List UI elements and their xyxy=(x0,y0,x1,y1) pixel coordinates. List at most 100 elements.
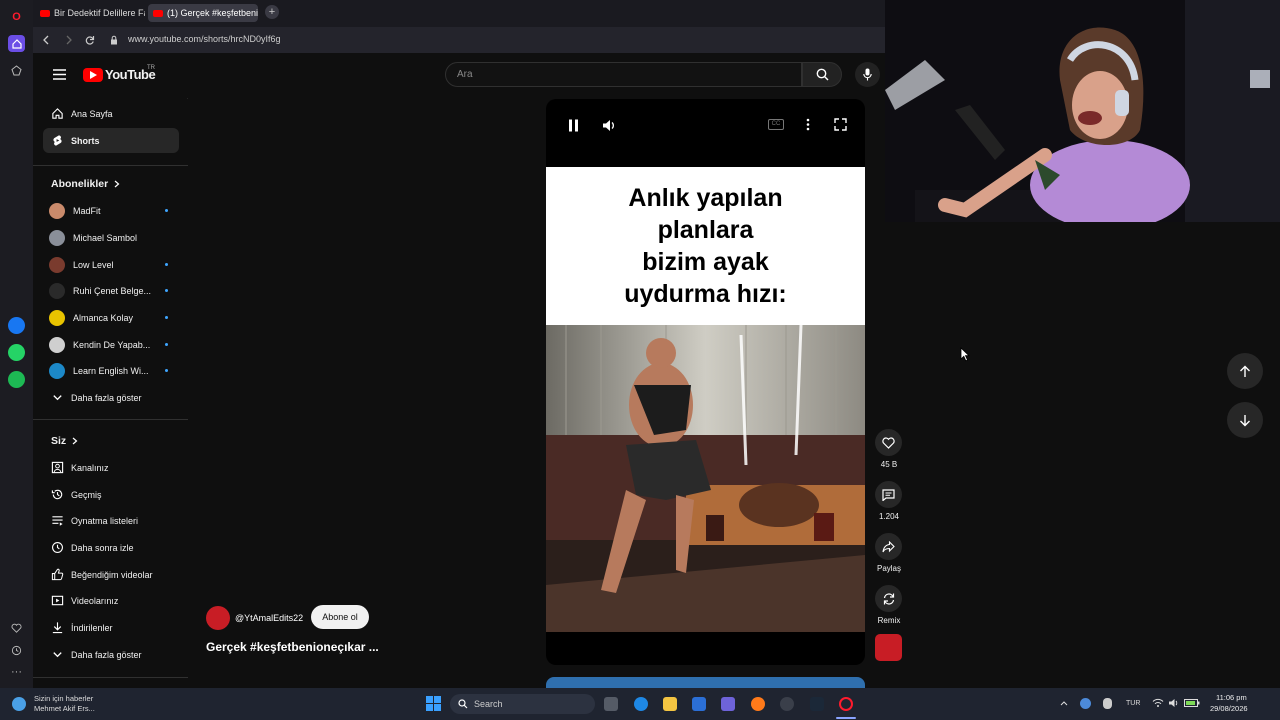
previous-short-button[interactable] xyxy=(1227,353,1263,389)
sidebar-item-subscription[interactable]: Kendin De Yapab... xyxy=(43,332,179,357)
sidebar-item-subscription[interactable]: MadFit xyxy=(43,198,179,223)
new-content-dot xyxy=(165,343,168,346)
file-explorer-icon[interactable] xyxy=(663,697,677,711)
caption-line: bizim ayak xyxy=(642,248,769,276)
clock-date[interactable]: 29/08/2026 xyxy=(1210,704,1248,713)
opera-logo-icon[interactable]: O xyxy=(8,8,25,25)
arrow-up-icon xyxy=(1240,365,1250,377)
sidebar-item-subscription[interactable]: Michael Sambol xyxy=(43,225,179,250)
subscriptions-heading[interactable]: Abonelikler xyxy=(51,178,120,190)
sidebar-item-label: Shorts xyxy=(71,135,100,146)
news-widget-line2[interactable]: Mehmet Akif Ers... xyxy=(34,704,95,713)
sidebar-item-your-videos[interactable]: Videolarınız xyxy=(43,588,179,613)
browser-sidebar: O ··· xyxy=(0,0,33,688)
comments-button[interactable] xyxy=(875,481,902,508)
speaker-icon[interactable] xyxy=(1168,698,1180,708)
forward-icon[interactable] xyxy=(64,35,73,45)
steam-icon[interactable] xyxy=(810,697,824,711)
more-icon[interactable]: ··· xyxy=(8,663,25,680)
subscribe-button[interactable]: Abone ol xyxy=(311,605,369,629)
share-action[interactable]: Paylaş xyxy=(875,533,903,573)
windows-start-icon[interactable] xyxy=(426,696,441,716)
like-action[interactable]: 45 B xyxy=(875,429,903,469)
channel-handle[interactable]: @YtAmalEdits22 xyxy=(235,613,303,623)
sidebar-item-subscription[interactable]: Learn English Wi... xyxy=(43,358,179,383)
url-field[interactable]: www.youtube.com/shorts/hrcND0yIf6g xyxy=(128,34,281,44)
sidebar-item-shorts[interactable]: Shorts xyxy=(43,128,179,153)
youtube-logo-icon[interactable] xyxy=(83,68,103,82)
whatsapp-icon[interactable] xyxy=(8,344,25,361)
sidebar-item-subscription[interactable]: Almanca Kolay xyxy=(43,305,179,330)
taskbar-search-label: Search xyxy=(474,699,503,709)
sidebar-item-watch-later[interactable]: Daha sonra izle xyxy=(43,535,179,560)
you-heading[interactable]: Siz xyxy=(51,435,78,447)
history-icon[interactable] xyxy=(8,642,25,659)
heart-icon[interactable] xyxy=(8,620,25,637)
next-short-preview[interactable] xyxy=(546,677,865,688)
spotify-icon[interactable] xyxy=(8,371,25,388)
obs-icon[interactable] xyxy=(780,697,794,711)
share-button[interactable] xyxy=(875,533,902,560)
more-options-icon[interactable] xyxy=(806,118,810,136)
news-widget-line1[interactable]: Sizin için haberler xyxy=(34,694,93,703)
sidebar-item-your-channel[interactable]: Kanalınız xyxy=(43,455,179,480)
sidebar-item-liked-videos[interactable]: Beğendiğim videolar xyxy=(43,562,179,587)
messenger-icon[interactable] xyxy=(8,317,25,334)
reload-icon[interactable] xyxy=(85,35,95,45)
edge-icon[interactable] xyxy=(634,697,648,711)
pause-icon[interactable] xyxy=(568,119,579,137)
captions-icon[interactable]: CC xyxy=(768,119,784,130)
video-frame xyxy=(546,325,865,632)
clock-time[interactable]: 11:06 pm xyxy=(1216,693,1247,702)
channel-icon xyxy=(43,461,71,474)
opera-icon[interactable] xyxy=(839,697,853,711)
language-indicator[interactable]: TUR xyxy=(1126,700,1140,707)
sidebar-item-playlists[interactable]: Oynatma listeleri xyxy=(43,508,179,533)
avatar xyxy=(49,336,65,353)
caption-line: uydurma hızı: xyxy=(624,280,787,308)
sidebar-item-history[interactable]: Geçmiş xyxy=(43,482,179,507)
like-button[interactable] xyxy=(875,429,902,456)
show-more-subscriptions[interactable]: Daha fazla göster xyxy=(43,385,179,410)
sidebar-item-downloads[interactable]: İndirilenler xyxy=(43,615,179,640)
search-button[interactable] xyxy=(802,62,842,87)
show-more-you[interactable]: Daha fazla göster xyxy=(43,642,179,667)
shorts-player[interactable]: CC Anlık yapılan planlara bizim ayak uyd… xyxy=(546,99,865,665)
new-tab-icon[interactable]: + xyxy=(265,5,279,19)
arrow-down-icon xyxy=(1240,414,1250,426)
teams-icon[interactable] xyxy=(721,697,735,711)
tray-expand-icon[interactable] xyxy=(1060,700,1068,706)
firefox-icon[interactable] xyxy=(751,697,765,711)
hamburger-menu-icon[interactable] xyxy=(53,69,66,80)
remix-action[interactable]: Remix xyxy=(875,585,903,625)
home-icon[interactable] xyxy=(8,35,25,52)
scroll-up-icon[interactable] xyxy=(187,97,188,100)
avatar xyxy=(49,282,65,299)
speed-dial-icon[interactable] xyxy=(8,62,25,79)
microphone-icon[interactable] xyxy=(1103,698,1112,709)
tab-inactive[interactable]: Bir Dedektif Delillere Farkl xyxy=(35,4,145,22)
tab-active[interactable]: (1) Gerçek #keşfetbenion xyxy=(148,4,258,22)
sidebar-item-subscription[interactable]: Ruhi Çenet Belge... xyxy=(43,278,179,303)
onedrive-icon[interactable] xyxy=(1080,698,1091,709)
taskbar-search-box[interactable]: Search xyxy=(450,694,595,714)
fullscreen-icon[interactable] xyxy=(834,118,847,136)
weather-icon[interactable] xyxy=(12,697,26,711)
back-icon[interactable] xyxy=(42,35,51,45)
search-input[interactable]: Ara xyxy=(445,62,802,87)
store-icon[interactable] xyxy=(692,697,706,711)
channel-avatar[interactable] xyxy=(206,606,230,630)
short-title[interactable]: Gerçek #keşfetbenioneçıkar ... xyxy=(206,640,379,654)
battery-icon[interactable] xyxy=(1184,698,1200,708)
comments-action[interactable]: 1.204 xyxy=(875,481,903,521)
voice-search-button[interactable] xyxy=(855,62,880,87)
task-view-icon[interactable] xyxy=(604,697,618,711)
divider xyxy=(33,677,188,678)
next-short-button[interactable] xyxy=(1227,402,1263,438)
sidebar-item-home[interactable]: Ana Sayfa xyxy=(43,101,179,126)
sidebar-item-subscription[interactable]: Low Level xyxy=(43,252,179,277)
volume-icon[interactable] xyxy=(602,119,616,137)
sound-thumbnail[interactable] xyxy=(875,634,902,661)
wifi-icon[interactable] xyxy=(1152,698,1164,708)
remix-button[interactable] xyxy=(875,585,902,612)
